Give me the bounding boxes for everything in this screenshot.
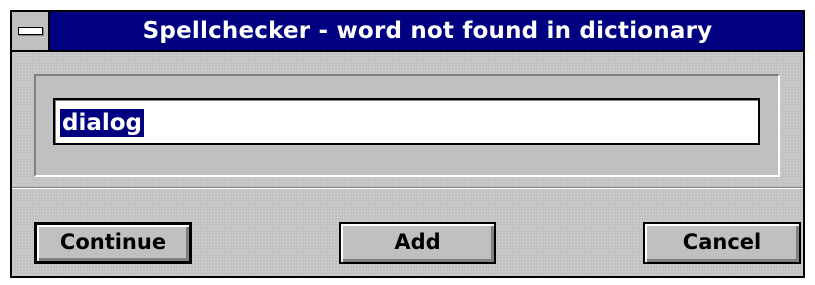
word-input[interactable]: dialog — [53, 98, 760, 145]
separator — [12, 187, 803, 189]
add-button[interactable]: Add — [339, 222, 496, 264]
cancel-button[interactable]: Cancel — [643, 222, 801, 264]
word-panel: dialog — [34, 74, 780, 177]
title-bar[interactable]: Spellchecker - word not found in diction… — [12, 12, 803, 52]
dialog-title: Spellchecker - word not found in diction… — [142, 18, 713, 44]
word-input-value[interactable]: dialog — [60, 109, 145, 137]
spellchecker-dialog: Spellchecker - word not found in diction… — [10, 10, 805, 278]
system-menu-button[interactable] — [12, 12, 50, 50]
system-menu-icon — [18, 27, 43, 35]
continue-button[interactable]: Continue — [34, 222, 192, 264]
